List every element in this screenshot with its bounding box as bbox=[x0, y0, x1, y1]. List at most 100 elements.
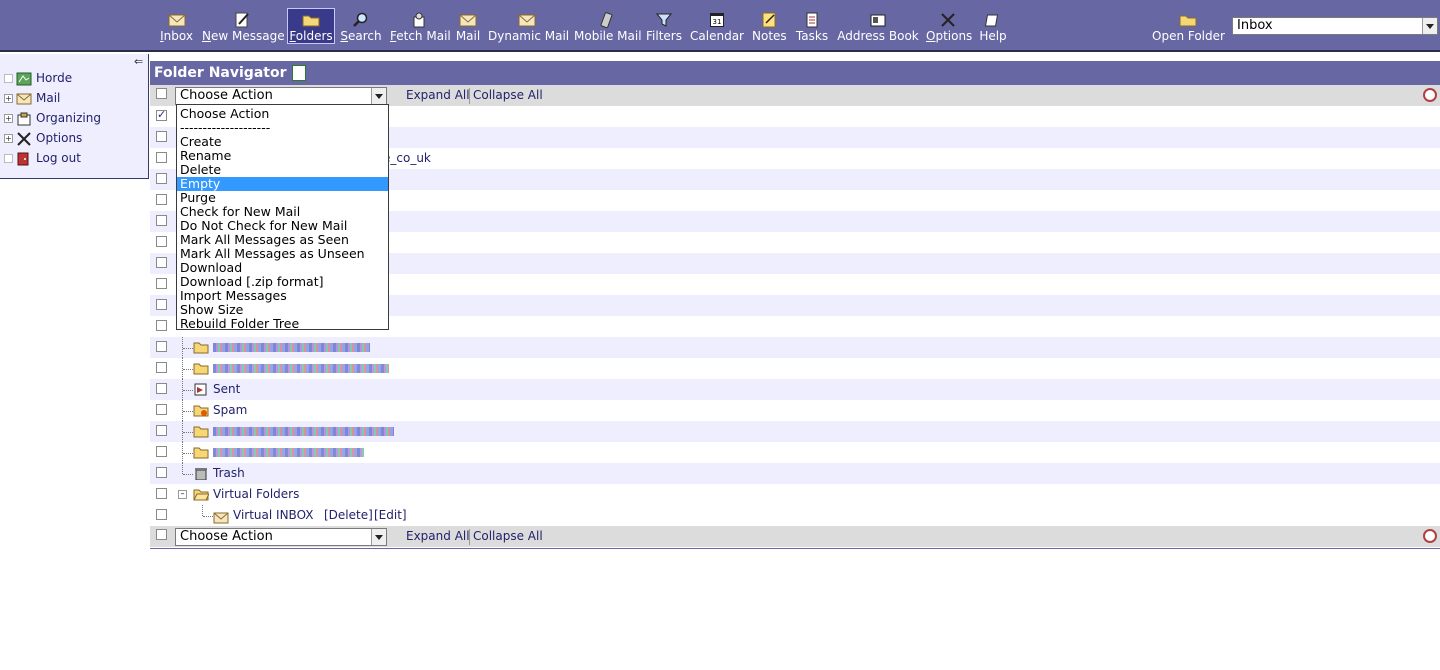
toolbar-mobile-mail[interactable]: Mobile Mail bbox=[574, 9, 642, 43]
sidebar-item-mail[interactable]: + Mail bbox=[4, 89, 60, 107]
toolbar-notes[interactable]: Notes bbox=[752, 9, 787, 43]
expand-icon[interactable]: + bbox=[4, 94, 13, 103]
row-checkbox[interactable] bbox=[156, 131, 167, 142]
collapse-all-link[interactable]: Collapse All bbox=[473, 88, 543, 102]
dropdown-option[interactable]: Download [.zip format] bbox=[177, 275, 388, 289]
dropdown-option-selected[interactable]: Empty bbox=[177, 177, 388, 191]
folder-name[interactable]: Virtual Folders bbox=[213, 486, 299, 502]
toolbar-dynamic-mail[interactable]: Dynamic Mail bbox=[488, 9, 569, 43]
folder-name[interactable]: Virtual INBOX bbox=[233, 507, 313, 523]
dropdown-option[interactable]: Create bbox=[177, 135, 388, 149]
table-row: Spam bbox=[150, 400, 1440, 421]
row-checkbox[interactable] bbox=[156, 299, 167, 310]
row-checkbox[interactable] bbox=[156, 152, 167, 163]
address-book-icon bbox=[870, 14, 886, 27]
sidebar-item-organizing[interactable]: + Organizing bbox=[4, 109, 101, 127]
mail-icon bbox=[459, 14, 477, 27]
redacted-folder-name[interactable] bbox=[213, 343, 370, 352]
row-checkbox[interactable] bbox=[156, 173, 167, 184]
expand-icon[interactable]: + bbox=[4, 114, 13, 123]
toolbar-folders[interactable]: Folders bbox=[287, 8, 335, 44]
collapse-icon[interactable]: – bbox=[178, 490, 187, 499]
toolbar-options[interactable]: Options bbox=[926, 9, 972, 43]
open-folder-button[interactable]: Open Folder bbox=[1152, 9, 1225, 43]
dropdown-option[interactable]: Download bbox=[177, 261, 388, 275]
row-checkbox[interactable] bbox=[156, 404, 167, 415]
dropdown-option[interactable]: Do Not Check for New Mail bbox=[177, 219, 388, 233]
dropdown-option[interactable]: Rebuild Folder Tree bbox=[177, 317, 388, 331]
redacted-folder-name[interactable] bbox=[213, 448, 364, 457]
row-checkbox[interactable] bbox=[156, 467, 167, 478]
action-dropdown-list[interactable]: Choose Action -------------------- Creat… bbox=[176, 104, 389, 331]
dropdown-option[interactable]: Check for New Mail bbox=[177, 205, 388, 219]
action-select-top[interactable]: Choose Action bbox=[175, 87, 387, 105]
collapse-all-link[interactable]: Collapse All bbox=[473, 529, 543, 543]
toolbar-tasks[interactable]: Tasks bbox=[794, 9, 830, 43]
row-checkbox[interactable] bbox=[156, 362, 167, 373]
redacted-folder-name[interactable] bbox=[213, 427, 394, 436]
dropdown-option[interactable]: Import Messages bbox=[177, 289, 388, 303]
dropdown-option[interactable]: Mark All Messages as Seen bbox=[177, 233, 388, 247]
chevron-down-icon[interactable] bbox=[1422, 18, 1437, 34]
row-checkbox[interactable] bbox=[156, 341, 167, 352]
top-toolbar: Inbox New Message Folders Search Fetch M… bbox=[0, 0, 1440, 52]
folder-icon bbox=[193, 342, 209, 354]
lifebuoy-help-icon[interactable] bbox=[1423, 529, 1437, 543]
dropdown-option[interactable]: Rename bbox=[177, 149, 388, 163]
table-row bbox=[150, 358, 1440, 379]
redacted-folder-name[interactable] bbox=[213, 364, 389, 373]
row-checkbox[interactable] bbox=[156, 425, 167, 436]
row-checkbox[interactable] bbox=[156, 108, 167, 121]
lifebuoy-help-icon[interactable] bbox=[1423, 88, 1437, 102]
folder-name[interactable]: e_co_uk bbox=[383, 150, 431, 166]
toolbar-filters[interactable]: Filters bbox=[646, 9, 682, 43]
virtual-edit-link[interactable]: [Edit] bbox=[374, 507, 407, 523]
folder-icon bbox=[193, 447, 209, 459]
row-checkbox[interactable] bbox=[156, 320, 167, 331]
row-checkbox[interactable] bbox=[156, 194, 167, 205]
virtual-delete-link[interactable]: [Delete] bbox=[324, 507, 373, 523]
toolbar-address-book[interactable]: Address Book bbox=[837, 9, 919, 43]
row-checkbox[interactable] bbox=[156, 215, 167, 226]
folder-select[interactable]: Inbox bbox=[1232, 17, 1438, 35]
expand-all-link[interactable]: Expand All bbox=[406, 529, 470, 543]
row-checkbox[interactable] bbox=[156, 509, 167, 520]
folder-name[interactable]: Spam bbox=[213, 402, 247, 418]
select-all-checkbox[interactable] bbox=[156, 88, 167, 99]
collapse-sidebar-icon[interactable]: ⇐ bbox=[134, 56, 146, 68]
toolbar-fetch-mail[interactable]: Fetch Mail bbox=[390, 9, 451, 43]
row-checkbox[interactable] bbox=[156, 236, 167, 247]
folder-name[interactable]: Trash bbox=[213, 465, 245, 481]
folder-icon bbox=[193, 363, 209, 375]
select-all-checkbox[interactable] bbox=[156, 529, 167, 540]
sidebar-item-log-out[interactable]: Log out bbox=[4, 149, 81, 167]
action-select-bottom[interactable]: Choose Action bbox=[175, 528, 387, 546]
options-icon bbox=[941, 13, 955, 27]
toolbar-calendar[interactable]: 31 Calendar bbox=[690, 9, 744, 43]
dropdown-option[interactable]: Mark All Messages as Unseen bbox=[177, 247, 388, 261]
toolbar-mail[interactable]: Mail bbox=[455, 9, 481, 43]
dropdown-option[interactable]: Show Size bbox=[177, 303, 388, 317]
toolbar-help[interactable]: Help bbox=[978, 9, 1008, 43]
sidebar-item-horde[interactable]: Horde bbox=[4, 69, 72, 87]
dropdown-option[interactable]: Delete bbox=[177, 163, 388, 177]
options-icon bbox=[17, 131, 31, 146]
expand-all-link[interactable]: Expand All bbox=[406, 88, 470, 102]
dropdown-option[interactable]: Choose Action bbox=[177, 107, 388, 121]
toolbar-inbox[interactable]: Inbox bbox=[159, 9, 194, 43]
folder-name[interactable]: Sent bbox=[213, 381, 240, 397]
chevron-down-icon[interactable] bbox=[371, 529, 386, 545]
row-checkbox[interactable] bbox=[156, 257, 167, 268]
refresh-icon[interactable] bbox=[292, 65, 307, 81]
svg-text:31: 31 bbox=[713, 18, 722, 26]
row-checkbox[interactable] bbox=[156, 446, 167, 457]
sidebar-item-options[interactable]: + Options bbox=[4, 129, 82, 147]
toolbar-search[interactable]: Search bbox=[340, 9, 382, 43]
chevron-down-icon[interactable] bbox=[371, 88, 386, 104]
row-checkbox[interactable] bbox=[156, 278, 167, 289]
expand-icon[interactable]: + bbox=[4, 134, 13, 143]
row-checkbox[interactable] bbox=[156, 488, 167, 499]
row-checkbox[interactable] bbox=[156, 383, 167, 394]
toolbar-new-message[interactable]: New Message bbox=[202, 9, 285, 43]
dropdown-option[interactable]: Purge bbox=[177, 191, 388, 205]
